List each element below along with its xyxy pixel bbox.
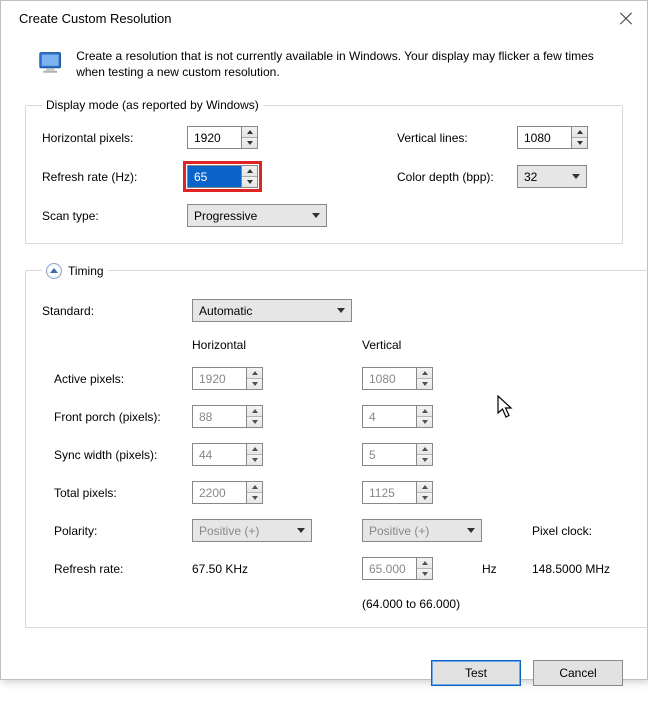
polarity-v-select: Positive (+) bbox=[362, 519, 482, 542]
hpixels-value[interactable] bbox=[187, 126, 241, 149]
total-v-input bbox=[362, 481, 433, 504]
scantype-label: Scan type: bbox=[42, 209, 187, 223]
scantype-value: Progressive bbox=[194, 209, 257, 223]
polarity-label: Polarity: bbox=[42, 524, 192, 538]
front-porch-label: Front porch (pixels): bbox=[42, 410, 192, 424]
sync-width-label: Sync width (pixels): bbox=[42, 448, 192, 462]
timing-group: Timing Standard: Automatic Horizontal Ve… bbox=[25, 262, 648, 628]
vlines-input[interactable] bbox=[517, 126, 588, 149]
spin-up-icon[interactable] bbox=[242, 127, 257, 138]
test-button[interactable]: Test bbox=[431, 660, 521, 686]
colordepth-label: Color depth (bpp): bbox=[397, 170, 517, 184]
close-icon[interactable] bbox=[619, 12, 633, 26]
spin-up-icon[interactable] bbox=[242, 166, 257, 177]
chevron-down-icon bbox=[467, 528, 475, 533]
vlines-value[interactable] bbox=[517, 126, 571, 149]
active-pixels-label: Active pixels: bbox=[42, 372, 192, 386]
col-vertical: Vertical bbox=[362, 338, 482, 352]
chevron-up-icon bbox=[50, 268, 58, 273]
titlebar: Create Custom Resolution bbox=[1, 1, 647, 36]
pixel-clock-value: 148.5000 MHz bbox=[532, 562, 642, 576]
refresh-input[interactable] bbox=[187, 165, 258, 188]
cancel-button[interactable]: Cancel bbox=[533, 660, 623, 686]
standard-value: Automatic bbox=[199, 304, 252, 318]
active-v-input bbox=[362, 367, 433, 390]
collapse-toggle[interactable] bbox=[46, 263, 62, 279]
standard-select[interactable]: Automatic bbox=[192, 299, 352, 322]
refresh-range: (64.000 to 66.000) bbox=[362, 595, 532, 611]
spin-up-icon[interactable] bbox=[572, 127, 587, 138]
timing-refresh-label: Refresh rate: bbox=[42, 562, 192, 576]
chevron-down-icon bbox=[312, 213, 320, 218]
front-h-input bbox=[192, 405, 263, 428]
polarity-h-select: Positive (+) bbox=[192, 519, 312, 542]
spin-down-icon[interactable] bbox=[572, 138, 587, 148]
col-horizontal: Horizontal bbox=[192, 338, 312, 352]
timing-refresh-v-input bbox=[362, 557, 433, 580]
hpixels-input[interactable] bbox=[187, 126, 258, 149]
refresh-value[interactable] bbox=[187, 165, 241, 188]
timing-legend: Timing bbox=[68, 264, 104, 278]
sync-h-input bbox=[192, 443, 263, 466]
chevron-down-icon bbox=[337, 308, 345, 313]
front-v-input bbox=[362, 405, 433, 428]
timing-refresh-h: 67.50 KHz bbox=[192, 562, 312, 576]
timing-refresh-v-unit: Hz bbox=[482, 562, 532, 576]
standard-label: Standard: bbox=[42, 304, 192, 318]
chevron-down-icon bbox=[572, 174, 580, 179]
sync-v-input bbox=[362, 443, 433, 466]
monitor-icon bbox=[39, 48, 64, 78]
window-title: Create Custom Resolution bbox=[19, 11, 171, 26]
chevron-down-icon bbox=[297, 528, 305, 533]
hpixels-label: Horizontal pixels: bbox=[42, 131, 187, 145]
total-h-input bbox=[192, 481, 263, 504]
colordepth-value: 32 bbox=[524, 170, 537, 184]
pixel-clock-label: Pixel clock: bbox=[532, 524, 642, 538]
content-area: Create a resolution that is not currentl… bbox=[1, 36, 647, 660]
vlines-label: Vertical lines: bbox=[397, 131, 517, 145]
spin-down-icon[interactable] bbox=[242, 177, 257, 187]
spin-down-icon[interactable] bbox=[242, 138, 257, 148]
dialog-window: Create Custom Resolution Create a resolu… bbox=[0, 0, 648, 680]
intro-text: Create a resolution that is not currentl… bbox=[76, 48, 613, 80]
total-pixels-label: Total pixels: bbox=[42, 486, 192, 500]
refresh-label: Refresh rate (Hz): bbox=[42, 170, 187, 184]
scantype-select[interactable]: Progressive bbox=[187, 204, 327, 227]
colordepth-select[interactable]: 32 bbox=[517, 165, 587, 188]
intro-row: Create a resolution that is not currentl… bbox=[39, 48, 613, 80]
button-row: Test Cancel bbox=[1, 660, 647, 704]
active-h-input bbox=[192, 367, 263, 390]
display-mode-group: Display mode (as reported by Windows) Ho… bbox=[25, 98, 623, 244]
display-mode-legend: Display mode (as reported by Windows) bbox=[42, 98, 263, 112]
